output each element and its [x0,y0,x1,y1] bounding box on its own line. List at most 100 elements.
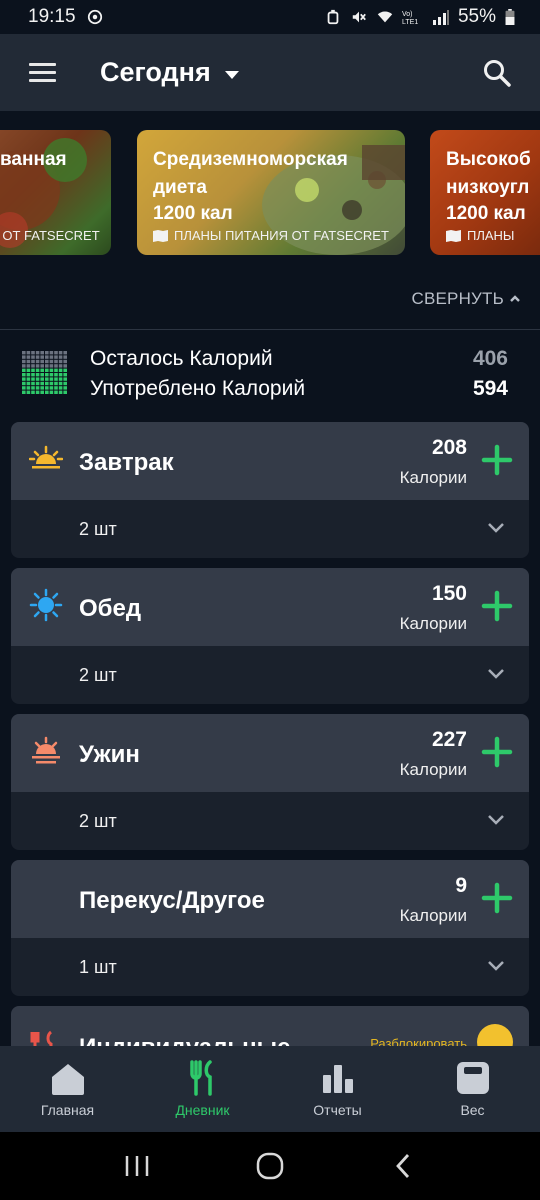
recent-apps-button[interactable] [112,1146,162,1186]
recent-apps-icon [125,1156,148,1176]
search-icon [484,59,511,87]
chevron-down-icon [488,669,504,679]
meal-plan-title: ванная [0,149,67,170]
meal-header[interactable]: Ужин 227 Калории [11,714,529,792]
meal-items-toggle[interactable]: 1 шт [11,938,529,996]
home-circle-icon [256,1152,284,1180]
meal-items-toggle[interactable]: 2 шт [11,792,529,850]
nav-label: Вес [460,1102,485,1118]
remaining-value: 406 [472,347,508,370]
collapse-button[interactable]: СВЕРНУТЬ [411,289,520,309]
meal-item-count: 1 шт [79,957,117,977]
meal-items-toggle[interactable]: 2 шт [11,646,529,704]
date-selector[interactable]: Сегодня [100,57,239,88]
mute-icon [352,11,366,23]
meal-item-count: 2 шт [79,811,117,831]
chevron-up-icon [510,295,520,302]
meal-header[interactable]: Обед 150 Калории [11,568,529,646]
signal-icon [432,10,449,25]
meal-item-count: 2 шт [79,519,117,539]
meal-header[interactable]: Перекус/Другое 9 Калории [11,860,529,938]
system-navigation [0,1132,540,1200]
meal-calories-label: Калории [399,906,467,925]
home-icon [49,1060,87,1096]
meal-calories-label: Калории [399,760,467,779]
meal-plan-title: Высокоб низкоугл [446,149,531,198]
calorie-summary[interactable]: Осталось Калорий 406 Употреблено Калорий… [0,331,540,419]
nav-weight[interactable]: Вес [405,1046,540,1132]
nav-reports[interactable]: Отчеты [270,1046,405,1132]
add-food-button[interactable] [481,444,513,476]
meal-calories: 9 [455,874,467,897]
caret-down-icon [224,70,239,79]
meal-plan-source: ЯЯ ОТ FATSECRET [0,228,100,243]
status-time: 19:15 [28,6,76,27]
meal-card-breakfast: Завтрак 208 Калории 2 шт [11,422,529,558]
map-icon [153,229,168,242]
back-icon [396,1154,410,1178]
bar-chart-icon [319,1060,357,1096]
meal-name: Ужин [79,741,140,768]
meal-header[interactable]: Завтрак 208 Калории [11,422,529,500]
meal-item-count: 2 шт [79,665,117,685]
wifi-icon [377,11,393,23]
nav-diary[interactable]: Дневник [135,1046,270,1132]
sun-icon [29,588,63,622]
svg-text:LTE1: LTE1 [402,19,418,25]
battery-percent: 55% [457,6,496,27]
app-bar: Сегодня [0,34,540,111]
add-food-button[interactable] [481,590,513,622]
chevron-down-icon [488,961,504,971]
meal-name: Обед [79,595,142,622]
collapse-row: СВЕРНУТЬ [0,273,540,330]
meal-calories: 227 [431,728,467,751]
hamburger-icon [28,58,56,87]
meal-plan-card-mediterranean[interactable]: Средиземноморская диета 1200 кал ПЛАНЫ ПИ… [137,130,405,255]
moon-icon [39,886,50,908]
meal-items-toggle[interactable]: 2 шт [11,500,529,558]
nav-label: Главная [40,1102,95,1118]
meal-plan-card-lowcarb[interactable]: Высокоб низкоугл 1200 кал ПЛАНЫ [430,130,540,255]
sunset-icon [32,736,60,764]
meal-card-lunch: Обед 150 Калории 2 шт [11,568,529,704]
remaining-row: Осталось Калорий 406 [90,347,508,371]
meal-card-dinner: Ужин 227 Калории 2 шт [11,714,529,850]
page-title: Сегодня [100,57,211,87]
add-food-button[interactable] [481,882,513,914]
collapse-label: СВЕРНУТЬ [411,289,504,308]
meal-plan-card[interactable]: ванная ЯЯ ОТ FATSECRET [0,130,111,255]
alarm-icon [327,9,339,25]
meal-calories: 208 [431,436,467,459]
menu-button[interactable] [12,43,72,103]
home-system-button[interactable] [245,1146,295,1186]
consumed-row: Употреблено Калорий 594 [90,377,508,401]
meal-calories-label: Калории [399,468,467,487]
fork-knife-icon [184,1060,222,1096]
chevron-down-icon [488,523,504,533]
consumed-value: 594 [472,377,508,400]
nav-label: Отчеты [313,1102,362,1118]
meal-plan-calories: 1200 кал [446,203,526,224]
meal-name: Перекус/Другое [79,887,265,914]
back-button[interactable] [378,1146,428,1186]
meal-name: Завтрак [79,449,174,476]
svg-text:Vo): Vo) [402,11,413,18]
add-food-button[interactable] [481,736,513,768]
meal-card-snack: Перекус/Другое 9 Калории 1 шт [11,860,529,996]
meal-plan-source: ПЛАНЫ ПИТАНИЯ ОТ FATSECRET [153,228,389,243]
nav-home[interactable]: Главная [0,1046,135,1132]
app-notification-icon [87,9,102,25]
meal-plan-title: Средиземноморская диета [153,149,348,198]
nav-label: Дневник [175,1102,230,1118]
sunrise-icon [29,445,63,469]
calorie-grid-icon [22,351,67,394]
scale-icon [454,1060,492,1096]
status-bar: 19:15 Vo) LTE1 55% [0,0,540,34]
meal-calories-label: Калории [399,614,467,633]
meal-calories: 150 [431,582,467,605]
battery-icon [505,9,515,25]
meal-plans-carousel[interactable]: ванная ЯЯ ОТ FATSECRET Средиземноморская… [0,111,540,273]
bottom-navigation: Главная Дневник Отчеты Вес [0,1046,540,1132]
search-button[interactable] [472,48,522,98]
volte-icon: Vo)LTE1 [402,11,418,25]
